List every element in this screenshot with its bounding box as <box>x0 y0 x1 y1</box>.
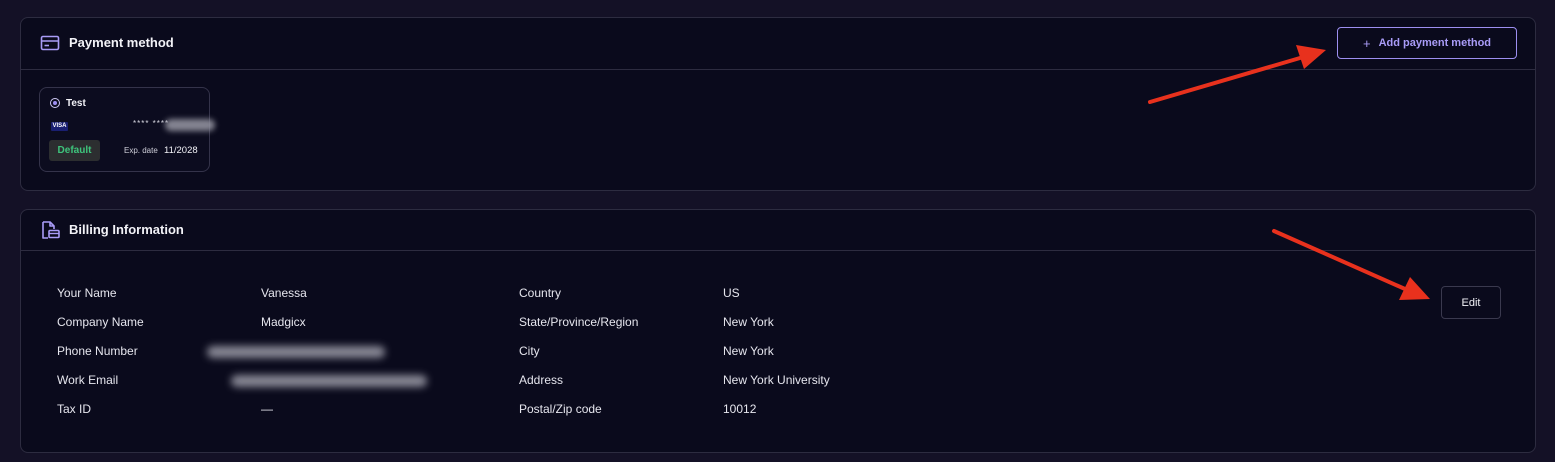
your-name-label: Your Name <box>57 286 117 300</box>
payment-card[interactable]: Test VISA **** **** Default Exp. date 11… <box>39 87 215 172</box>
work-email-label: Work Email <box>57 373 119 387</box>
city-value: New York <box>723 344 774 358</box>
tax-id-label: Tax ID <box>57 402 92 416</box>
document-card-icon <box>42 221 60 239</box>
billing-information-title: Billing Information <box>69 222 184 237</box>
payment-method-header: Payment method + Add payment method <box>21 18 1535 70</box>
postal-code-value: 10012 <box>723 402 757 416</box>
add-payment-method-label: Add payment method <box>1378 37 1492 49</box>
card-name: Test <box>66 98 86 109</box>
visa-logo-icon: VISA <box>51 122 68 131</box>
country-value: US <box>723 286 740 300</box>
city-label: City <box>519 344 540 358</box>
default-badge: Default <box>49 140 100 161</box>
company-name-label: Company Name <box>57 315 144 329</box>
state-value: New York <box>723 315 774 329</box>
postal-code-label: Postal/Zip code <box>519 402 602 416</box>
phone-number-label: Phone Number <box>57 344 138 358</box>
card-number-masked: **** **** <box>133 119 170 128</box>
credit-card-icon <box>40 35 60 51</box>
exp-date-value: 11/2028 <box>164 145 198 156</box>
billing-information-header: Billing Information <box>21 210 1535 251</box>
address-value: New York University <box>723 373 830 387</box>
payment-method-title: Payment method <box>69 35 174 50</box>
address-label: Address <box>519 373 564 387</box>
phone-number-redacted <box>207 346 385 358</box>
exp-date-label: Exp. date <box>124 146 158 155</box>
edit-billing-button[interactable]: Edit <box>1441 286 1501 319</box>
company-name-value: Madgicx <box>261 315 306 329</box>
payment-method-panel: Payment method + Add payment method Test… <box>20 17 1536 191</box>
add-payment-method-button[interactable]: + Add payment method <box>1337 27 1517 59</box>
state-label: State/Province/Region <box>519 315 639 329</box>
your-name-value: Vanessa <box>261 286 307 300</box>
tax-id-value: — <box>261 402 273 416</box>
billing-information-panel: Billing Information Your Name Company Na… <box>20 209 1536 453</box>
plus-icon: + <box>1362 35 1371 51</box>
card-radio[interactable] <box>50 98 60 108</box>
country-label: Country <box>519 286 562 300</box>
card-number-redacted <box>165 119 215 131</box>
work-email-redacted <box>231 375 427 387</box>
